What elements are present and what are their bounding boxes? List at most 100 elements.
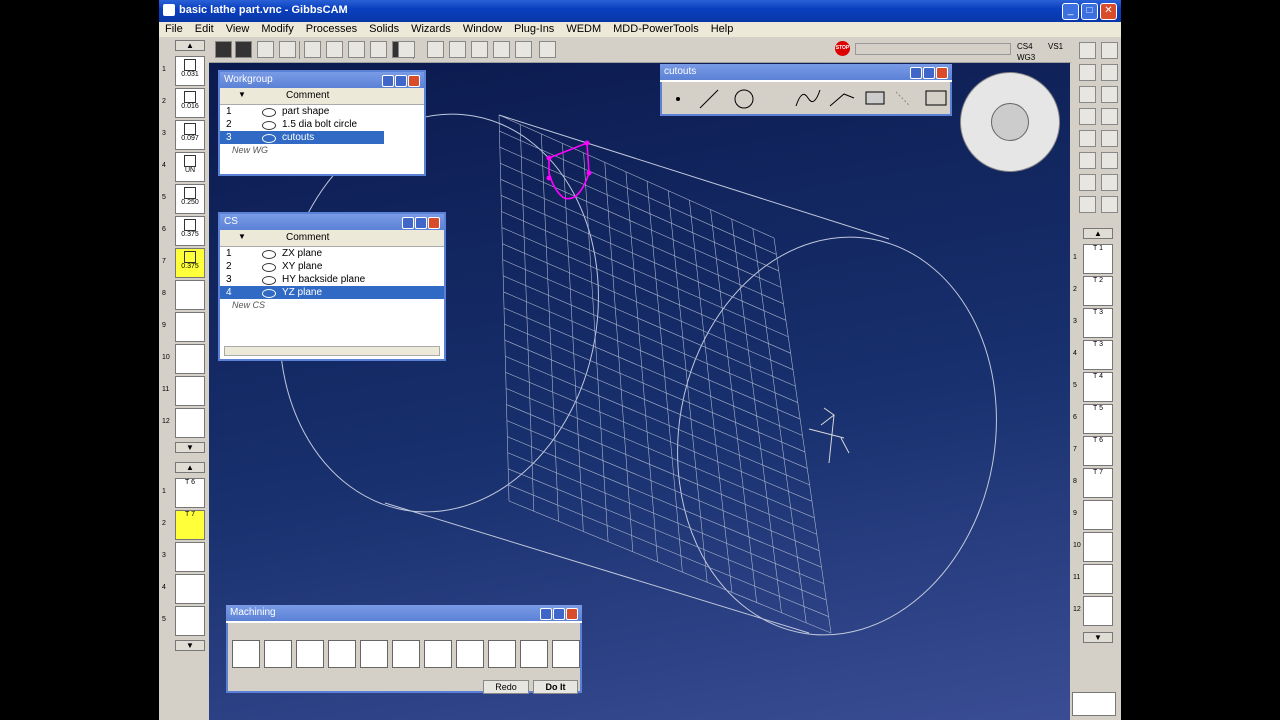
operation-slot[interactable] [1083,596,1113,626]
panel-pin-icon[interactable] [910,67,922,79]
print-icon[interactable] [398,41,415,58]
menu-solids[interactable]: Solids [363,22,405,37]
tool-slot[interactable]: 0.031 [175,56,205,86]
geometry-tool-icon[interactable] [1101,86,1118,103]
geometry-tool-icon[interactable] [1079,42,1096,59]
toolpath-process-button[interactable] [520,640,548,668]
view-compass[interactable] [960,72,1060,172]
panel-pin-icon[interactable] [402,217,414,229]
cube-view-icon[interactable] [991,103,1029,141]
eye-icon[interactable] [262,250,276,259]
redo-button[interactable]: Redo [483,680,529,694]
geometry-tool-icon[interactable] [1101,196,1118,213]
operation-slot[interactable]: T 7 [1083,468,1113,498]
eye-icon[interactable] [262,134,276,143]
scroll-down-button[interactable]: ▼ [175,442,205,453]
tool-slot[interactable] [175,376,205,406]
eye-icon[interactable] [262,276,276,285]
panel-help-icon[interactable] [923,67,935,79]
new-cs[interactable]: New CS [220,299,444,312]
workplane-icon[interactable] [427,41,444,58]
tool-slot[interactable]: 0.375 [175,216,205,246]
new-workgroup[interactable]: New WG [220,144,424,157]
cutter-icon[interactable] [493,41,510,58]
tool-slot[interactable]: 0.375 [175,248,205,278]
panel-close-icon[interactable] [936,67,948,79]
close-button[interactable]: ✕ [1100,3,1117,20]
geometry-tool-icon[interactable] [1101,64,1118,81]
eye-icon[interactable] [262,263,276,272]
tool-slot[interactable]: 0.016 [175,88,205,118]
scroll-down-button[interactable]: ▼ [1083,632,1113,643]
workgroup-row[interactable]: 1 part shape [220,105,424,118]
operation-slot[interactable]: T 2 [1083,276,1113,306]
cs-row-selected[interactable]: 4 YZ plane [220,286,444,299]
process-slot[interactable]: T 7 [175,510,205,540]
solid-process-button[interactable] [424,640,452,668]
scroll-down-button[interactable]: ▼ [175,640,205,651]
comment-column-header[interactable]: Comment [286,232,329,243]
table-icon[interactable] [348,41,365,58]
stop-icon[interactable]: STOP [835,41,850,56]
menu-view[interactable]: View [220,22,256,37]
drill-process-button[interactable] [232,640,260,668]
tool-slot[interactable]: 0.097 [175,120,205,150]
tool-slot[interactable] [175,408,205,438]
minimize-button[interactable]: _ [1062,3,1079,20]
operation-slot[interactable]: T 4 [1083,372,1113,402]
geometry-tool-icon[interactable] [1101,130,1118,147]
menu-plugins[interactable]: Plug-Ins [508,22,560,37]
pocket-process-button[interactable] [328,640,356,668]
panel-help-icon[interactable] [395,75,407,87]
trash-icon[interactable] [1072,692,1116,716]
panel-close-icon[interactable] [408,75,420,87]
menu-file[interactable]: File [159,22,189,37]
magnet-icon[interactable] [370,41,387,58]
cs-row[interactable]: 2 XY plane [220,260,444,273]
4axis-process-button[interactable] [456,640,484,668]
geometry-tool-icon[interactable] [1101,152,1118,169]
process-slot[interactable]: T 6 [175,478,205,508]
process-slot[interactable] [175,606,205,636]
solid-icon[interactable] [279,41,296,58]
operation-slot[interactable]: T 3 [1083,340,1113,370]
geometry-tool-icon[interactable] [1101,42,1118,59]
geometry-tool-icon[interactable] [1079,196,1096,213]
menu-modify[interactable]: Modify [255,22,299,37]
menu-processes[interactable]: Processes [300,22,363,37]
workgroup-row-selected[interactable]: 3 cutouts [220,131,384,144]
menu-help[interactable]: Help [705,22,740,37]
panel-close-icon[interactable] [428,217,440,229]
tool-slot[interactable]: UN [175,152,205,182]
panel-help-icon[interactable] [415,217,427,229]
grid-icon[interactable] [326,41,343,58]
geometry-tool-icon[interactable] [1101,108,1118,125]
tool-slot[interactable] [175,280,205,310]
geometry-tool-icon[interactable] [1079,108,1096,125]
do-it-button[interactable]: Do It [533,680,578,694]
menu-window[interactable]: Window [457,22,508,37]
surface-process-button[interactable] [392,640,420,668]
roughing-process-button[interactable] [296,640,324,668]
cs-row[interactable]: 3 HY backside plane [220,273,444,286]
maximize-button[interactable]: □ [1081,3,1098,20]
tool-slot[interactable] [175,312,205,342]
verify-process-button[interactable] [552,640,580,668]
contour-process-button[interactable] [264,640,292,668]
menu-mdd-powertools[interactable]: MDD-PowerTools [607,22,705,37]
menu-wizards[interactable]: Wizards [405,22,457,37]
box-icon[interactable] [449,41,466,58]
process-slot[interactable] [175,574,205,604]
eye-icon[interactable] [262,289,276,298]
operation-slot[interactable] [1083,564,1113,594]
geometry-tool-icon[interactable] [1079,64,1096,81]
geometry-tool-icon[interactable] [1079,86,1096,103]
operation-slot[interactable] [1083,532,1113,562]
sort-icon[interactable]: ▼ [238,232,246,241]
horizontal-scrollbar[interactable] [224,346,440,356]
operation-slot[interactable] [1083,500,1113,530]
scroll-up-button[interactable]: ▲ [175,40,205,51]
cs-row[interactable]: 1 ZX plane [220,247,444,260]
eye-icon[interactable] [262,108,276,117]
menu-wedm[interactable]: WEDM [560,22,607,37]
